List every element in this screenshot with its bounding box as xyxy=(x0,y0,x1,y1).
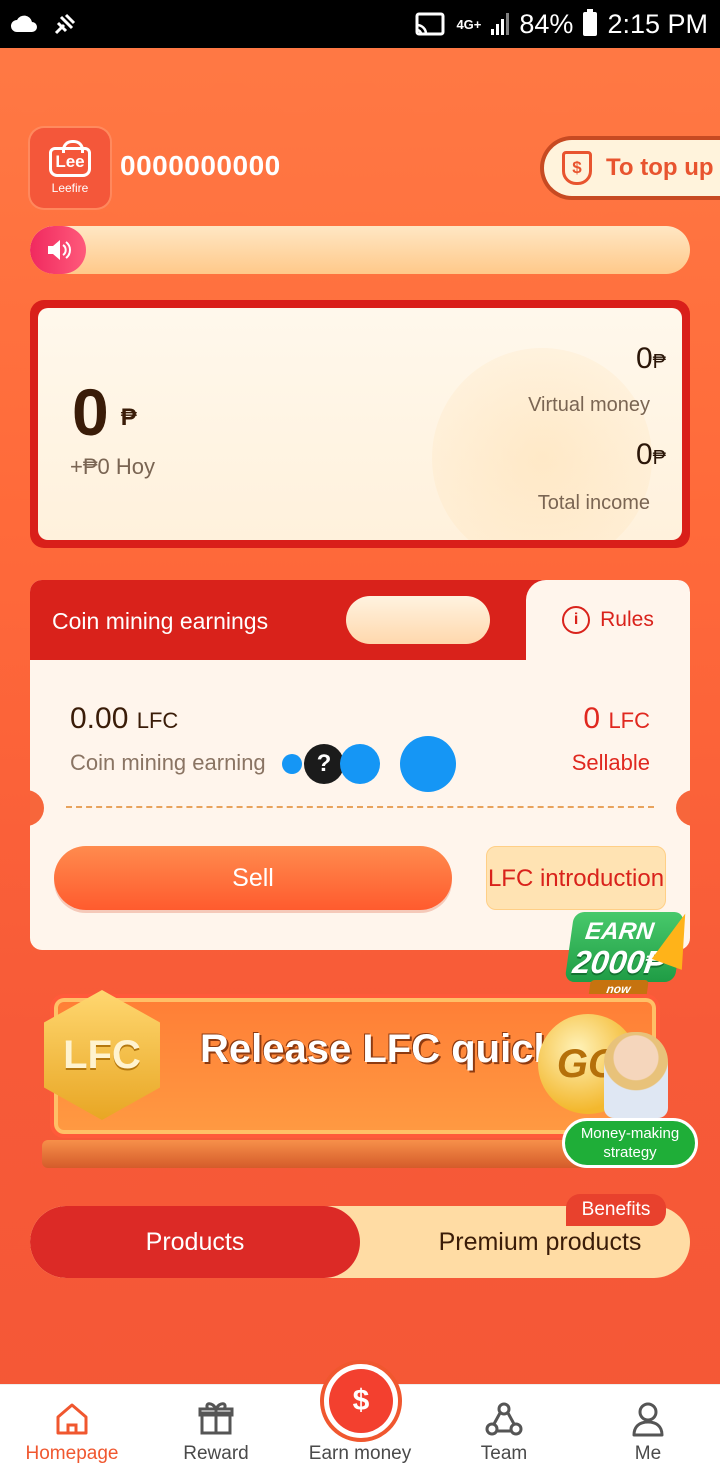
sell-button[interactable]: Sell xyxy=(54,846,452,910)
money-making-strategy-button[interactable]: Money-making strategy xyxy=(562,1118,698,1168)
satellite-icon xyxy=(54,13,76,35)
signal-icon xyxy=(491,13,510,35)
battery-percent: 84% xyxy=(519,8,574,39)
account-id: 0000000000 xyxy=(120,150,281,181)
cloud-icon xyxy=(11,15,37,32)
nav-homepage-label: Homepage xyxy=(25,1443,119,1464)
ticket-notch-right xyxy=(676,790,690,826)
balance-today: +₱0 Hoy xyxy=(70,454,155,479)
topup-button[interactable]: $ To top up xyxy=(540,136,720,200)
virtual-money-value: 0₱ xyxy=(635,342,666,375)
earn-badge-amount: 2000₱ xyxy=(570,944,669,980)
tab-products[interactable]: Products xyxy=(30,1206,360,1278)
speaker-icon xyxy=(30,226,86,274)
total-income-label: Total income xyxy=(537,492,650,514)
money-bag-icon: $ xyxy=(329,1369,393,1433)
rules-label: Rules xyxy=(600,608,654,631)
earn-badge-line1: EARN xyxy=(583,918,656,945)
home-icon xyxy=(56,1403,88,1435)
status-bar: 4G+ 84% 2:15 PM xyxy=(0,0,720,48)
info-icon: i xyxy=(562,606,591,634)
sellable-label: Sellable xyxy=(571,750,650,775)
topup-label: To top up xyxy=(606,154,714,181)
mining-header-pill xyxy=(346,596,490,644)
lfc-hexagon-badge: LFC xyxy=(44,990,160,1120)
overlay-dot-small xyxy=(282,754,302,774)
user-icon xyxy=(632,1402,664,1437)
balance-card: 0 ₱ +₱0 Hoy 0₱ Virtual money 0₱ Total inc… xyxy=(30,300,690,548)
gift-icon xyxy=(198,1402,234,1435)
mining-earnings-label: Coin mining earning xyxy=(70,750,266,775)
battery-icon xyxy=(583,9,598,36)
virtual-money-label: Virtual money xyxy=(528,394,650,416)
dollar-shield-icon: $ xyxy=(562,151,592,185)
lfc-introduction-button[interactable]: LFC introduction xyxy=(486,846,666,910)
divider xyxy=(66,806,654,808)
clock: 2:15 PM xyxy=(607,8,708,39)
nav-team[interactable]: Team xyxy=(432,1385,576,1480)
network-type: 4G+ xyxy=(456,16,482,32)
shopping-bag-icon: Lee xyxy=(49,140,91,177)
team-icon xyxy=(485,1402,523,1436)
nav-reward[interactable]: Reward xyxy=(144,1385,288,1480)
benefits-badge: Benefits xyxy=(566,1194,666,1226)
nav-me-label: Me xyxy=(634,1443,662,1464)
ticket-notch-left xyxy=(30,790,44,826)
mining-card: Coin mining earnings i Rules 0.00 LFC Co… xyxy=(30,580,690,950)
nav-me[interactable]: Me xyxy=(576,1385,720,1480)
release-lfc-banner[interactable]: LFC Release LFC quickly GO xyxy=(44,990,660,1138)
earn-money-fab[interactable]: $ xyxy=(320,1360,402,1442)
nav-homepage[interactable]: Homepage xyxy=(0,1385,144,1480)
banner-stage xyxy=(42,1140,642,1168)
nav-earn-money-label: Earn money xyxy=(308,1443,412,1464)
overlay-dot-medium xyxy=(340,744,380,784)
total-income-value: 0₱ xyxy=(635,438,666,471)
mining-earnings-value: 0.00 LFC xyxy=(70,702,179,735)
announcement-bar[interactable] xyxy=(30,226,690,274)
logo-subtitle: Leefire xyxy=(51,181,89,195)
help-icon[interactable]: ? xyxy=(304,744,344,784)
balance-main: 0 ₱ xyxy=(72,375,137,449)
rules-button[interactable]: i Rules xyxy=(526,580,690,660)
cast-icon xyxy=(415,12,445,36)
nav-reward-label: Reward xyxy=(183,1443,249,1464)
banner-title: Release LFC quickly xyxy=(200,1027,590,1071)
overlay-dot-large xyxy=(400,736,456,792)
sellable-value: 0 LFC xyxy=(583,702,650,735)
mining-title: Coin mining earnings xyxy=(52,608,269,634)
app-logo: Lee Leefire xyxy=(30,128,110,208)
nav-team-label: Team xyxy=(480,1443,528,1464)
presenter-avatar xyxy=(604,1032,668,1118)
